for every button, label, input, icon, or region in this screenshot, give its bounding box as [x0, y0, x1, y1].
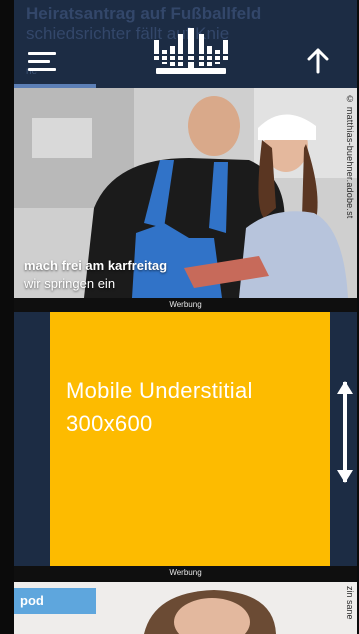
double-arrow-vertical-icon — [337, 381, 353, 483]
understitial-ad[interactable]: Mobile Understitial 300x600 — [14, 312, 357, 568]
crown-logo[interactable] — [152, 26, 230, 76]
site-header: Heiratsantrag auf Fußballfeld schiedsric… — [14, 0, 357, 88]
pod-badge[interactable]: pod — [14, 588, 96, 614]
teaser-subtitle[interactable]: wir springen ein — [24, 276, 115, 291]
article-teaser[interactable]: © matthias-buehner.adobe.st mach frei am… — [14, 88, 357, 298]
ghost-title-line1: Heiratsantrag auf Fußballfeld — [26, 4, 262, 23]
ad-line2: 300x600 — [66, 411, 153, 436]
hamburger-menu-icon[interactable] — [28, 50, 56, 72]
next-article-teaser[interactable]: pod zin sane — [14, 582, 357, 634]
ad-text: Mobile Understitial 300x600 — [66, 374, 253, 440]
ad-creative[interactable]: Mobile Understitial 300x600 — [50, 312, 330, 568]
ad-label-bottom: Werbung — [14, 566, 357, 580]
ad-label-top: Werbung — [14, 298, 357, 312]
ad-line1: Mobile Understitial — [66, 378, 253, 403]
teaser-title[interactable]: mach frei am karfreitag — [24, 258, 167, 273]
arrow-up-icon[interactable] — [306, 48, 330, 74]
screen-edge-left — [0, 0, 14, 634]
photo-credit-2: zin sane — [345, 586, 355, 620]
photo-credit: © matthias-buehner.adobe.st — [345, 94, 355, 219]
